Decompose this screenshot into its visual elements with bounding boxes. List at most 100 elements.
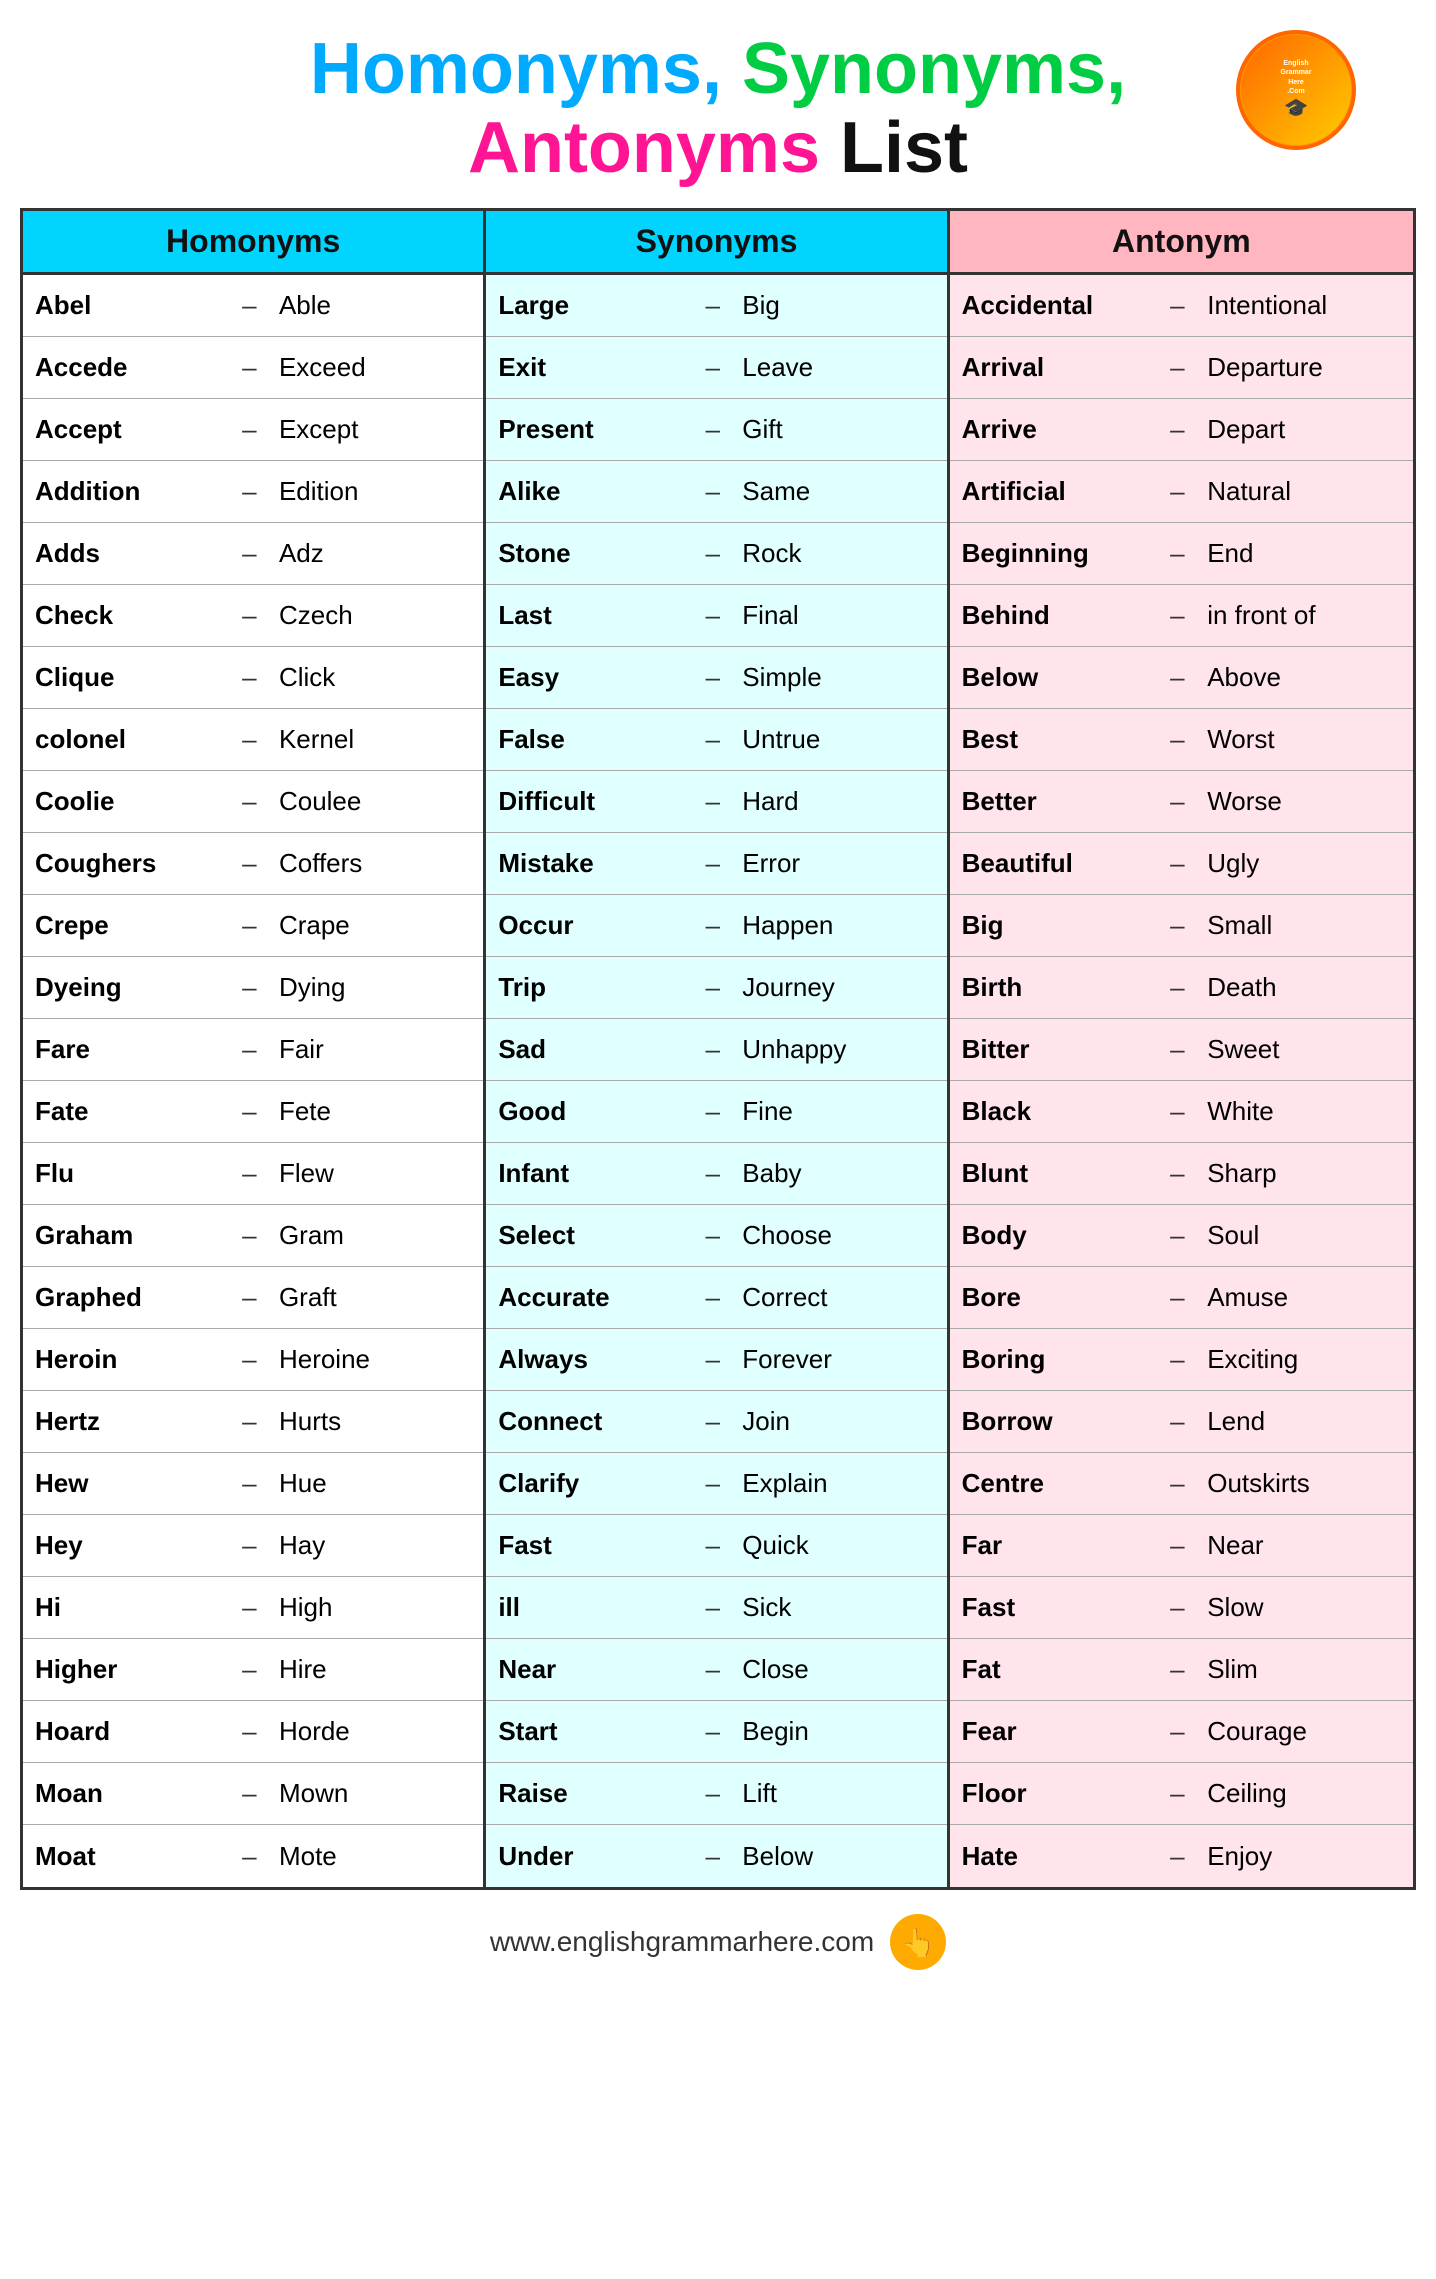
meaning-cell: Small [1195,902,1413,949]
word-cell: Exit [486,344,693,391]
word-cell: Good [486,1088,693,1135]
dash-cell: – [230,406,267,453]
word-cell: Select [486,1212,693,1259]
meaning-cell: Begin [730,1708,946,1755]
table-row: False–Untrue [486,709,946,771]
meaning-cell: White [1195,1088,1413,1135]
meaning-cell: Forever [730,1336,946,1383]
word-cell: Coughers [23,840,230,887]
table-row: Graphed–Graft [23,1267,483,1329]
table-row: Check–Czech [23,585,483,647]
dash-cell: – [230,1460,267,1507]
title-section: Homonyms, Synonyms, Antonyms List Englis… [20,30,1416,188]
table-row: Hate–Enjoy [950,1825,1413,1887]
table-row: Raise–Lift [486,1763,946,1825]
table-row: Beginning–End [950,523,1413,585]
word-cell: Behind [950,592,1159,639]
word-cell: Hew [23,1460,230,1507]
table-row: Always–Forever [486,1329,946,1391]
dash-cell: – [230,1088,267,1135]
table-row: Below–Above [950,647,1413,709]
meaning-cell: Coulee [267,778,483,825]
dash-cell: – [230,1274,267,1321]
meaning-cell: Close [730,1646,946,1693]
table-row: Clique–Click [23,647,483,709]
table-row: Accede–Exceed [23,337,483,399]
dash-cell: – [230,282,267,329]
antonyms-body: Accidental–IntentionalArrival–DepartureA… [950,275,1413,1887]
word-cell: Connect [486,1398,693,1445]
table-row: Last–Final [486,585,946,647]
word-cell: Trip [486,964,693,1011]
dash-cell: – [1158,1398,1195,1445]
dash-cell: – [1158,282,1195,329]
word-cell: Fate [23,1088,230,1135]
meaning-cell: Natural [1195,468,1413,515]
dash-cell: – [693,1150,730,1197]
meaning-cell: Horde [267,1708,483,1755]
title-homonyms: Homonyms, [310,29,722,109]
word-cell: Beautiful [950,840,1159,887]
word-cell: Large [486,282,693,329]
table-row: Sad–Unhappy [486,1019,946,1081]
dash-cell: – [693,1274,730,1321]
meaning-cell: Crape [267,902,483,949]
meaning-cell: Big [730,282,946,329]
meaning-cell: Quick [730,1522,946,1569]
table-row: Hoard–Horde [23,1701,483,1763]
meaning-cell: Ugly [1195,840,1413,887]
table-row: Flu–Flew [23,1143,483,1205]
table-row: Clarify–Explain [486,1453,946,1515]
dash-cell: – [230,902,267,949]
meaning-cell: High [267,1584,483,1631]
meaning-cell: in front of [1195,592,1413,639]
word-cell: Fast [486,1522,693,1569]
word-cell: Check [23,592,230,639]
table-row: Beautiful–Ugly [950,833,1413,895]
dash-cell: – [1158,1460,1195,1507]
meaning-cell: Hire [267,1646,483,1693]
dash-cell: – [230,592,267,639]
word-cell: Sad [486,1026,693,1073]
word-cell: Bore [950,1274,1159,1321]
meaning-cell: Fair [267,1026,483,1073]
dash-cell: – [230,654,267,701]
meaning-cell: Join [730,1398,946,1445]
synonyms-column: Synonyms Large–BigExit–LeavePresent–Gift… [486,211,949,1887]
word-cell: colonel [23,716,230,763]
meaning-cell: Gift [730,406,946,453]
table-row: Easy–Simple [486,647,946,709]
meaning-cell: Edition [267,468,483,515]
meaning-cell: Same [730,468,946,515]
dash-cell: – [1158,654,1195,701]
dash-cell: – [230,468,267,515]
dash-cell: – [230,1646,267,1693]
table-row: Coughers–Coffers [23,833,483,895]
dash-cell: – [693,1770,730,1817]
dash-cell: – [693,716,730,763]
meaning-cell: Exceed [267,344,483,391]
meaning-cell: End [1195,530,1413,577]
dash-cell: – [1158,1770,1195,1817]
main-table: Homonyms Abel–AbleAccede–ExceedAccept–Ex… [20,208,1416,1890]
word-cell: False [486,716,693,763]
table-row: Adds–Adz [23,523,483,585]
dash-cell: – [693,282,730,329]
word-cell: Accede [23,344,230,391]
word-cell: Addition [23,468,230,515]
meaning-cell: Fete [267,1088,483,1135]
title-line2: Antonyms List [20,109,1416,188]
meaning-cell: Mote [267,1833,483,1880]
word-cell: Graham [23,1212,230,1259]
dash-cell: – [230,1833,267,1880]
meaning-cell: Leave [730,344,946,391]
dash-cell: – [230,344,267,391]
meaning-cell: Fine [730,1088,946,1135]
footer-icon: 👆 [890,1914,946,1970]
table-row: Accurate–Correct [486,1267,946,1329]
meaning-cell: Hurts [267,1398,483,1445]
table-row: Moat–Mote [23,1825,483,1887]
table-row: Large–Big [486,275,946,337]
meaning-cell: Lend [1195,1398,1413,1445]
table-row: Boring–Exciting [950,1329,1413,1391]
